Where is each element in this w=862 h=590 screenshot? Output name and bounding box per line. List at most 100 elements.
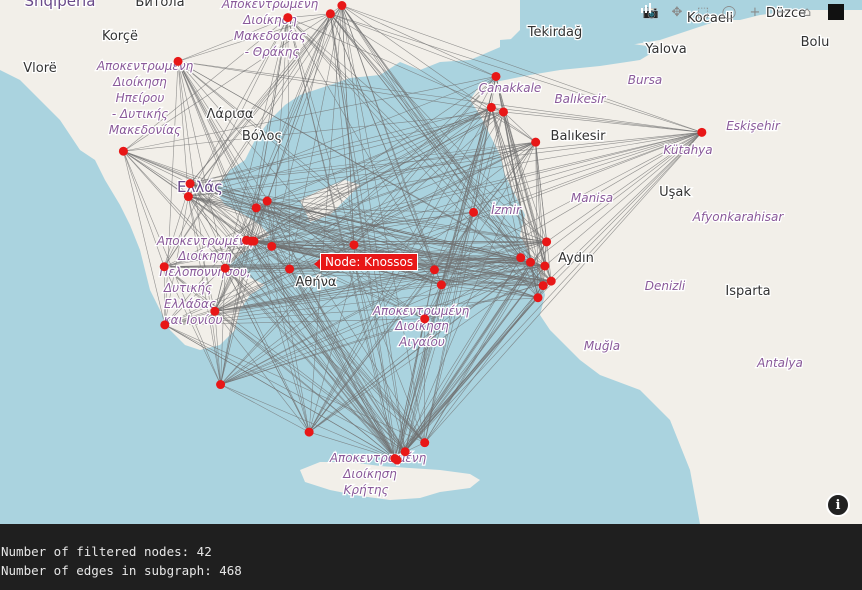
graph-node[interactable] — [262, 196, 272, 206]
graph-node[interactable] — [159, 262, 169, 272]
map-label: Ελλάδας — [164, 297, 216, 311]
graph-node[interactable] — [267, 241, 277, 251]
map-label: Μακεδονίας — [234, 29, 306, 43]
map-label: Ηπείρου — [116, 91, 165, 105]
map-label: Ελλάς — [177, 178, 223, 196]
map-label: Διοίκηση — [112, 75, 167, 89]
map-label: Πελοποννήσου, — [159, 265, 250, 279]
graph-node[interactable] — [516, 253, 526, 263]
map-label: Δυτικής — [163, 281, 212, 295]
map-label: Çanakkale — [479, 81, 542, 95]
map-label: Antalya — [756, 356, 803, 370]
modebar: 📷✥⬚◯+−⌂ — [640, 2, 844, 22]
graph-node[interactable] — [429, 265, 439, 275]
graph-edge — [256, 141, 536, 209]
map-label: Kütahya — [663, 143, 712, 157]
graph-edge — [220, 384, 310, 433]
map-canvas[interactable]: Shqipëria БитолаKorçëVlorëΑποκεντρωμένηΔι… — [0, 0, 862, 524]
box-select-button[interactable]: ⬚ — [692, 2, 714, 22]
lasso-select-button[interactable]: ◯ — [718, 2, 740, 22]
map-label: Διοίκηση — [342, 467, 397, 481]
map-label: Αποκεντρωμένη — [221, 0, 319, 11]
graph-node[interactable] — [249, 236, 259, 246]
map-label: Αποκεντρωμένη — [372, 304, 470, 318]
graph-node[interactable] — [498, 107, 508, 117]
graph-node[interactable] — [420, 314, 430, 324]
map-label: - Δυτικής — [112, 107, 168, 121]
map-label: Κρήτης — [344, 483, 389, 497]
graph-node[interactable] — [220, 263, 230, 273]
map-label: Αποκεντρωμένη — [156, 234, 254, 248]
map-label: Shqipëria — [25, 0, 96, 10]
output-panel: Number of filtered nodes: 42 Number of e… — [0, 524, 862, 590]
graph-node[interactable] — [173, 56, 183, 66]
graph-node[interactable] — [697, 127, 707, 137]
map-label: Αθήνα — [296, 275, 337, 290]
map-label: Balıkesir — [551, 129, 607, 144]
graph-node[interactable] — [400, 447, 410, 457]
graph-edge — [164, 324, 406, 452]
map-label: Βόλος — [242, 129, 282, 144]
pan-button[interactable]: ✥ — [666, 2, 688, 22]
graph-node[interactable] — [183, 192, 193, 202]
map-label: Tekirdağ — [527, 25, 582, 40]
map-label: - Θράκης — [245, 45, 300, 59]
map-label: Vlorë — [23, 61, 57, 76]
zoom-in-button[interactable]: + — [744, 2, 766, 22]
graph-node[interactable] — [349, 240, 359, 250]
graph-node[interactable] — [160, 320, 170, 330]
info-button[interactable]: i — [826, 493, 850, 517]
graph-node[interactable] — [283, 13, 293, 23]
graph-node[interactable] — [420, 438, 430, 448]
map-label: Balıkesir — [554, 92, 606, 106]
map-label: Μακεδονίας — [109, 123, 181, 137]
graph-node[interactable] — [538, 281, 548, 291]
graph-node[interactable] — [533, 293, 543, 303]
graph-node[interactable] — [546, 276, 556, 286]
graph-node[interactable] — [531, 137, 541, 147]
graph-node[interactable] — [325, 9, 335, 19]
graph-node[interactable] — [542, 237, 552, 247]
zoom-out-button[interactable]: − — [770, 2, 792, 22]
map-label: İzmir — [491, 202, 522, 217]
map-label: Διοίκηση — [177, 249, 232, 263]
filtered-nodes-text: Number of filtered nodes: 42 — [1, 544, 212, 559]
map-label: Λάρισα — [207, 107, 254, 122]
map-label: Denizli — [645, 279, 686, 293]
map-label: Manisa — [571, 191, 613, 205]
node-tooltip: Node: Knossos — [313, 253, 419, 271]
map-label: Aydın — [558, 251, 594, 266]
map-label: Korçë — [102, 29, 138, 44]
map-label: Битола — [135, 0, 184, 10]
map-label: Eskişehir — [726, 119, 781, 133]
graph-node[interactable] — [469, 207, 479, 217]
graph-node[interactable] — [337, 1, 347, 11]
map-label: Uşak — [659, 185, 691, 200]
graph-node[interactable] — [491, 71, 501, 81]
map-label: Muğla — [584, 339, 620, 353]
map-label: Afyonkarahisar — [692, 210, 785, 224]
graph-node[interactable] — [285, 264, 295, 274]
map-label: Bolu — [801, 35, 830, 50]
graph-node[interactable] — [526, 257, 535, 267]
graph-node[interactable] — [251, 203, 261, 213]
graph-node[interactable] — [118, 146, 128, 156]
graph-node[interactable] — [185, 179, 195, 189]
map-label: Αιγαίου — [398, 335, 445, 349]
map-label: Bursa — [628, 73, 662, 87]
map-view[interactable]: Shqipëria Битола Korçë Vlorë Αποκεντρωμένη Δι… — [0, 0, 862, 524]
graph-node[interactable] — [304, 427, 314, 437]
graph-node[interactable] — [392, 455, 402, 465]
map-label: Isparta — [725, 284, 770, 299]
map-label: Αποκεντρωμένη — [329, 451, 427, 465]
edges-count-text: Number of edges in subgraph: 468 — [1, 563, 242, 578]
graph-edge — [434, 107, 492, 270]
plotly-logo-icon[interactable] — [641, 3, 844, 20]
graph-node[interactable] — [540, 261, 550, 271]
graph-node[interactable] — [486, 102, 496, 112]
reset-view-button[interactable]: ⌂ — [796, 2, 818, 22]
graph-node[interactable] — [436, 280, 446, 290]
map-label: Yalova — [644, 42, 686, 57]
graph-node[interactable] — [216, 380, 226, 390]
graph-node[interactable] — [210, 306, 220, 316]
